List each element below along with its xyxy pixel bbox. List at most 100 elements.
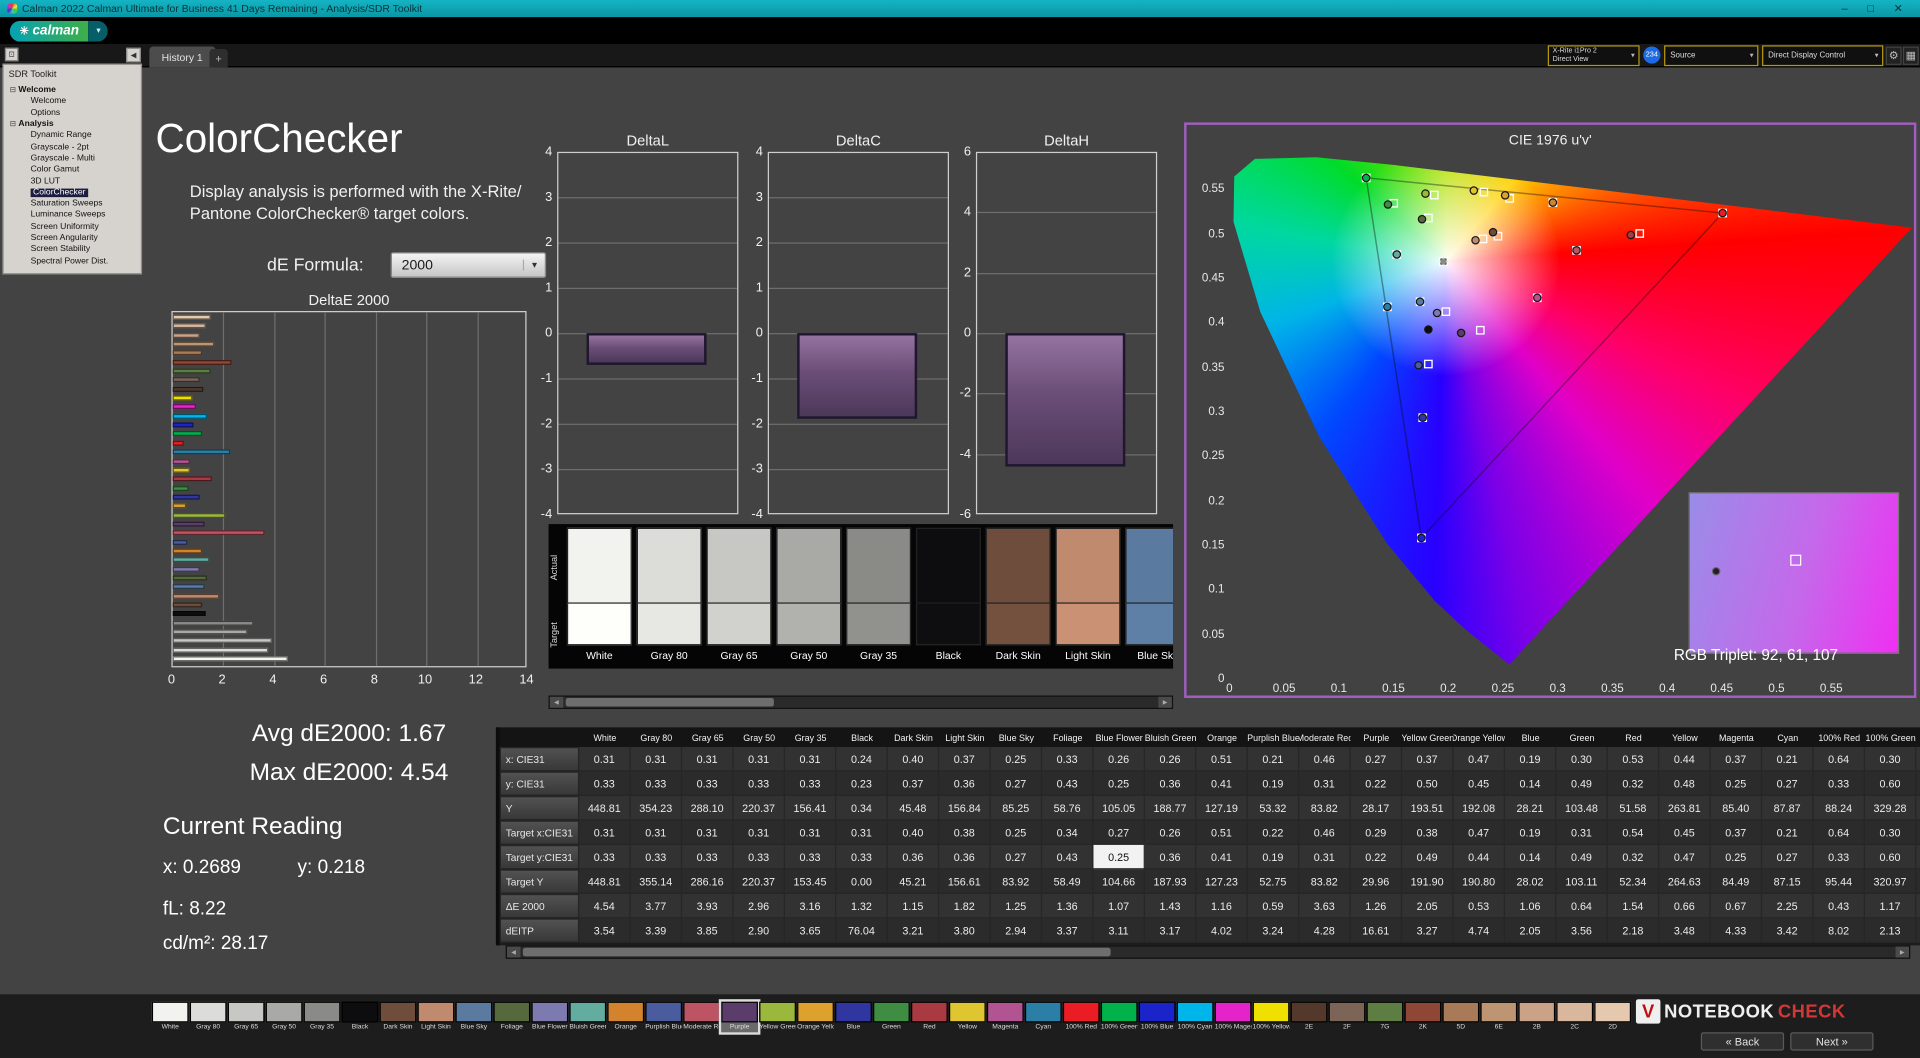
patch-purplish-blue[interactable]: Purplish Blue (645, 1001, 683, 1033)
row-label-target-y[interactable]: Target Y (499, 869, 580, 894)
cell-y-cie31-magenta[interactable]: 0.25 (1710, 771, 1763, 796)
tab-history-1[interactable]: History 1 (149, 46, 215, 68)
cell-x-cie31-white[interactable]: 0.31 (579, 746, 631, 772)
cell-e-2000-white[interactable]: 4.54 (579, 893, 631, 919)
scrollbar-thumb[interactable] (565, 697, 774, 707)
cell-y-cie31-gray-50[interactable]: 0.33 (733, 771, 785, 796)
cell-y-bluish-green[interactable]: 188.77 (1144, 795, 1197, 821)
cell-y-blue-sky[interactable]: 85.25 (990, 795, 1043, 821)
cell-target-y-orange-yellow[interactable]: 190.80 (1453, 869, 1505, 894)
cell-target-x-cie31-bluish-green[interactable]: 0.26 (1144, 820, 1197, 845)
cell-y-cie31-purple[interactable]: 0.22 (1350, 771, 1403, 796)
patch-white[interactable]: White (151, 1001, 189, 1033)
cell-target-y-cie31-dark-skin[interactable]: 0.36 (887, 844, 940, 870)
cell-target-y-gray-35[interactable]: 153.45 (784, 869, 837, 894)
cell-y-orange-yellow[interactable]: 192.08 (1453, 795, 1505, 821)
cell-y-white[interactable]: 448.81 (579, 795, 631, 821)
patch-orange-yellow[interactable]: Orange Yellow (797, 1001, 834, 1033)
cell-target-y-cie31-purplish-blue[interactable]: 0.19 (1247, 844, 1300, 870)
cell-target-y-green[interactable]: 103.11 (1556, 869, 1608, 894)
sidebar-item-saturation-sweeps[interactable]: Saturation Sweeps (4, 198, 141, 209)
cell-y-purplish-blue[interactable]: 53.32 (1247, 795, 1300, 821)
patch-bluish-green[interactable]: Bluish Green (569, 1001, 607, 1033)
cell-target-y-purple[interactable]: 29.96 (1350, 869, 1403, 894)
cell-e-2000-100-blue[interactable]: 0.80 (1916, 893, 1920, 919)
cell-e-2000-gray-65[interactable]: 3.93 (682, 893, 734, 919)
cell-target-x-cie31-blue[interactable]: 0.19 (1504, 820, 1557, 845)
cell-target-x-cie31-orange-yellow[interactable]: 0.47 (1453, 820, 1505, 845)
cell-deitp-foliage[interactable]: 3.37 (1042, 918, 1094, 943)
cell-target-x-cie31-100-red[interactable]: 0.64 (1813, 820, 1865, 845)
close-button[interactable]: ✕ (1894, 2, 1903, 15)
cell-y-cie31-green[interactable]: 0.49 (1556, 771, 1608, 796)
patch-dark-skin[interactable]: Dark Skin (379, 1001, 417, 1033)
cell-y-cie31-light-skin[interactable]: 0.36 (939, 771, 991, 796)
cell-target-y-blue[interactable]: 28.02 (1504, 869, 1557, 894)
cell-target-y-cie31-blue[interactable]: 0.14 (1504, 844, 1557, 870)
cell-deitp-light-skin[interactable]: 3.80 (939, 918, 991, 943)
cell-deitp-purple[interactable]: 16.61 (1350, 918, 1403, 943)
settings-gear-icon[interactable]: ⚙ (1885, 46, 1902, 65)
patch-2e[interactable]: 2E (1290, 1001, 1328, 1033)
cell-y-cie31-blue-sky[interactable]: 0.27 (990, 771, 1043, 796)
cell-y-black[interactable]: 0.34 (836, 795, 888, 821)
cell-e-2000-orange[interactable]: 1.16 (1196, 893, 1248, 919)
sidebar-item-screen-uniformity[interactable]: Screen Uniformity (4, 221, 141, 232)
cell-y-cie31-purplish-blue[interactable]: 0.19 (1247, 771, 1300, 796)
cell-e-2000-gray-35[interactable]: 3.16 (784, 893, 837, 919)
cell-y-blue-flower[interactable]: 105.05 (1093, 795, 1145, 821)
cell-target-y-100-green[interactable]: 320.97 (1864, 869, 1917, 894)
cell-deitp-black[interactable]: 76.04 (836, 918, 888, 943)
minimize-button[interactable]: – (1842, 2, 1848, 15)
cell-e-2000-purple[interactable]: 1.26 (1350, 893, 1403, 919)
cell-target-y-cie31-100-green[interactable]: 0.60 (1864, 844, 1917, 870)
cell-x-cie31-gray-65[interactable]: 0.31 (682, 746, 734, 772)
sidebar-item-spectral-power-dist[interactable]: Spectral Power Dist. (4, 255, 141, 266)
cell-deitp-100-red[interactable]: 8.02 (1813, 918, 1865, 943)
cell-y-cie31-100-green[interactable]: 0.60 (1864, 771, 1917, 796)
cell-x-cie31-moderate-red[interactable]: 0.46 (1299, 746, 1351, 772)
cell-x-cie31-magenta[interactable]: 0.37 (1710, 746, 1763, 772)
back-button[interactable]: « Back (1700, 1032, 1785, 1051)
cell-target-x-cie31-100-blue[interactable]: 0.15 (1916, 820, 1920, 845)
cell-y-blue[interactable]: 28.21 (1504, 795, 1557, 821)
table-scrollbar[interactable]: ◀ ▶ (505, 945, 1911, 959)
scrollbar-track[interactable] (563, 697, 1158, 708)
cell-y-cie31-orange-yellow[interactable]: 0.45 (1453, 771, 1505, 796)
sidebar-item-color-gamut[interactable]: Color Gamut (4, 164, 141, 175)
cell-target-x-cie31-white[interactable]: 0.31 (579, 820, 631, 845)
cell-target-y-cie31-gray-65[interactable]: 0.33 (682, 844, 734, 870)
cell-deitp-dark-skin[interactable]: 3.21 (887, 918, 940, 943)
cell-target-y-cie31-foliage[interactable]: 0.43 (1042, 844, 1094, 870)
cell-target-y-cie31-yellow-green[interactable]: 0.49 (1402, 844, 1454, 870)
cell-target-y-cyan[interactable]: 87.15 (1762, 869, 1814, 894)
cell-target-y-cie31-light-skin[interactable]: 0.36 (939, 844, 991, 870)
row-label-e-2000[interactable]: ΔE 2000 (499, 893, 580, 919)
cell-target-y-cie31-bluish-green[interactable]: 0.36 (1144, 844, 1197, 870)
cell-x-cie31-foliage[interactable]: 0.33 (1042, 746, 1094, 772)
cell-deitp-yellow[interactable]: 3.48 (1659, 918, 1711, 943)
cell-target-x-cie31-gray-50[interactable]: 0.31 (733, 820, 785, 845)
patch-100-yellow[interactable]: 100% Yellow (1252, 1001, 1290, 1033)
cell-y-cie31-blue-flower[interactable]: 0.25 (1093, 771, 1145, 796)
patch-black[interactable]: Black (341, 1001, 379, 1033)
cell-target-x-cie31-light-skin[interactable]: 0.38 (939, 820, 991, 845)
patch-yellow-green[interactable]: Yellow Green (759, 1001, 796, 1033)
calman-menu-button[interactable]: ✳ calman ▾ (9, 20, 109, 42)
patch-100-green[interactable]: 100% Green (1100, 1001, 1138, 1033)
row-label-x-cie31[interactable]: x: CIE31 (499, 746, 580, 772)
cell-target-y-cie31-cyan[interactable]: 0.27 (1762, 844, 1814, 870)
sidebar-item-grayscale-2pt[interactable]: Grayscale - 2pt (4, 141, 141, 152)
source-dropdown[interactable]: Source ▾ (1664, 45, 1759, 67)
cell-e-2000-blue-flower[interactable]: 1.07 (1093, 893, 1145, 919)
cell-deitp-gray-80[interactable]: 3.39 (630, 918, 683, 943)
cell-x-cie31-100-blue[interactable]: 0.15 (1916, 746, 1920, 772)
cell-target-y-cie31-blue-sky[interactable]: 0.27 (990, 844, 1043, 870)
cell-e-2000-green[interactable]: 0.64 (1556, 893, 1608, 919)
cell-y-orange[interactable]: 127.19 (1196, 795, 1248, 821)
cell-x-cie31-blue[interactable]: 0.19 (1504, 746, 1557, 772)
cell-x-cie31-gray-80[interactable]: 0.31 (630, 746, 683, 772)
cell-e-2000-magenta[interactable]: 0.67 (1710, 893, 1763, 919)
row-label-deitp[interactable]: dEITP (499, 918, 580, 943)
meter-dropdown[interactable]: X-Rite i1Pro 2 Direct View ▾ (1547, 45, 1640, 67)
